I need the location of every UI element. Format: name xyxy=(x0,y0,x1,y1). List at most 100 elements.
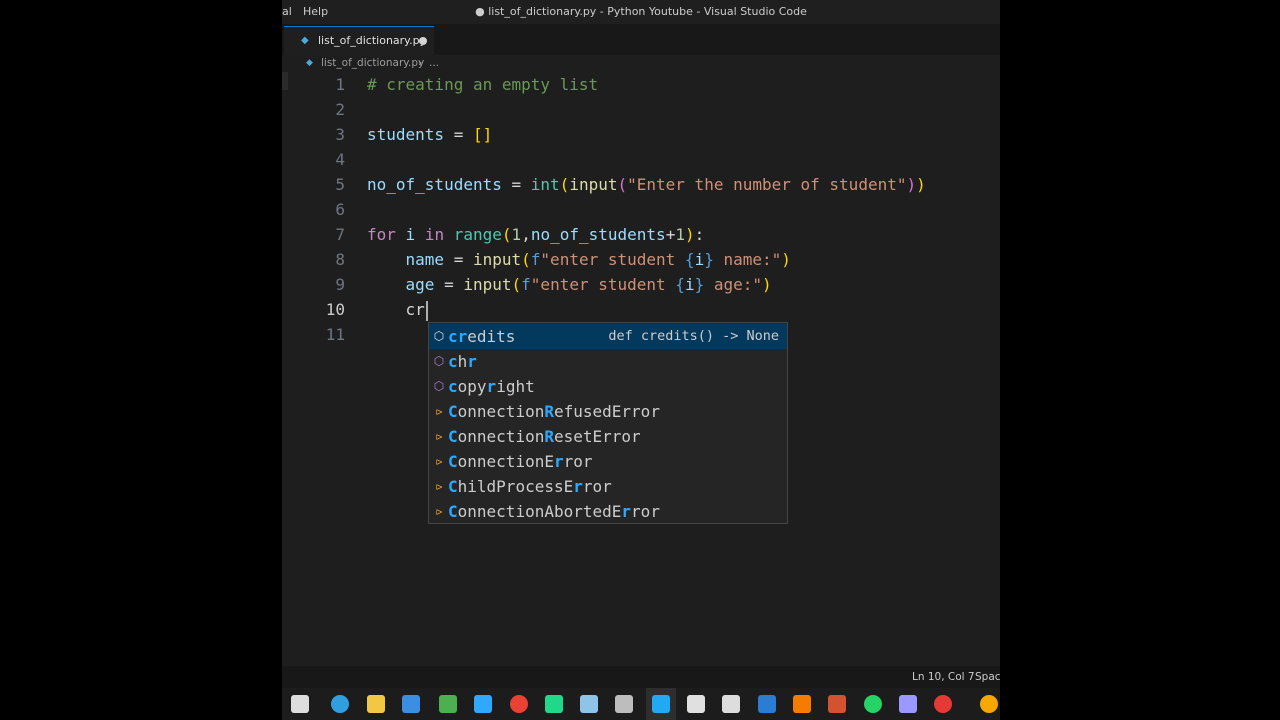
code-line[interactable]: 10 cr xyxy=(282,297,1000,322)
code-line[interactable]: 3 students = [] xyxy=(282,122,1000,147)
code-token: range xyxy=(453,225,502,244)
code-token: "enter student xyxy=(530,275,676,294)
code-text: name = input(f"enter student {i} name:") xyxy=(367,247,791,272)
match-highlight: r xyxy=(553,452,564,471)
suggestion-label: ConnectionAbortedError xyxy=(448,499,660,524)
code-line[interactable]: 5 no_of_students = int(input("Enter the n… xyxy=(282,172,1000,197)
file-explorer-icon[interactable] xyxy=(367,695,385,713)
line-number: 1 xyxy=(335,75,345,94)
line-number: 11 xyxy=(325,325,345,344)
indentation-setting[interactable]: Spac xyxy=(975,666,1000,688)
code-token: ( xyxy=(559,175,570,194)
match-highlight: cr xyxy=(448,327,468,346)
label-part: h xyxy=(457,352,468,371)
premiere-icon[interactable] xyxy=(899,695,917,713)
code-token: 1 xyxy=(511,225,522,244)
class-icon: ⪧ xyxy=(435,404,443,418)
code-line[interactable]: 8 name = input(f"enter student {i} name:… xyxy=(282,247,1000,272)
code-token: { xyxy=(684,250,695,269)
code-token: no_of_students xyxy=(367,175,502,194)
cursor-position[interactable]: Ln 10, Col 7 xyxy=(912,666,975,688)
profile-icon[interactable] xyxy=(980,695,998,713)
store-icon[interactable] xyxy=(402,695,420,713)
class-icon: ⪧ xyxy=(435,429,443,443)
suggestion-item[interactable]: ⪧ ConnectionAbortedError xyxy=(429,499,787,524)
tab-list-of-dictionary[interactable]: ◆ list_of_dictionary.py xyxy=(284,26,434,55)
code-line[interactable]: 9 age = input(f"enter student {i} age:") xyxy=(282,272,1000,297)
code-line[interactable]: 7 for i in range(1,no_of_students+1): xyxy=(282,222,1000,247)
suggestion-detail: def credits() -> None xyxy=(608,328,779,344)
code-text: # creating an empty list xyxy=(367,72,598,97)
suggestion-item[interactable]: ⬡ copyright xyxy=(429,374,787,399)
powerpoint-icon[interactable] xyxy=(828,695,846,713)
line-number: 7 xyxy=(335,225,345,244)
photoshop-icon[interactable] xyxy=(474,695,492,713)
code-token: i xyxy=(405,225,416,244)
label-part: opy xyxy=(457,377,487,396)
label-part: ror xyxy=(563,452,593,471)
suggestion-label: credits xyxy=(448,324,515,349)
match-highlight: R xyxy=(544,402,554,421)
match-highlight: c xyxy=(448,352,458,371)
chrome-icon[interactable] xyxy=(510,695,528,713)
code-line[interactable]: 1 # creating an empty list xyxy=(282,72,1000,97)
suggestion-item[interactable]: ⪧ ConnectionRefusedError xyxy=(429,399,787,424)
code-token: + xyxy=(665,225,676,244)
code-token: ) xyxy=(916,175,926,194)
code-token: { xyxy=(675,275,685,294)
line-number: 3 xyxy=(335,125,345,144)
gamepad-icon[interactable] xyxy=(439,695,457,713)
recorder-icon[interactable] xyxy=(934,695,952,713)
edge-icon[interactable] xyxy=(331,695,349,713)
code-token: ( xyxy=(617,175,628,194)
code-line[interactable]: 2 xyxy=(282,97,1000,122)
label-part: edits xyxy=(467,327,516,346)
breadcrumb: ◆ list_of_dictionary.py › ... xyxy=(282,55,1000,72)
code-text: age = input(f"enter student {i} age:") xyxy=(367,272,772,297)
suggestion-label: ConnectionResetError xyxy=(448,424,641,449)
code-token: # creating an empty list xyxy=(367,75,599,94)
task-view-icon[interactable] xyxy=(291,695,309,713)
code-line[interactable]: 4 xyxy=(282,147,1000,172)
code-token: , xyxy=(521,225,531,244)
breadcrumb-symbols[interactable]: ... xyxy=(429,55,439,72)
word-icon[interactable] xyxy=(758,695,776,713)
text-cursor xyxy=(425,300,428,321)
database-icon[interactable] xyxy=(615,695,633,713)
code-text: no_of_students = int(input("Enter the nu… xyxy=(367,172,926,197)
code-token: input xyxy=(569,175,618,194)
method-cube-icon: ⬡ xyxy=(433,379,445,393)
whatsapp-icon[interactable] xyxy=(864,695,882,713)
match-highlight: C xyxy=(448,427,458,446)
line-number: 10 xyxy=(325,300,345,319)
code-token: = xyxy=(444,250,473,269)
code-line[interactable]: 6 xyxy=(282,197,1000,222)
match-highlight: r xyxy=(573,477,583,496)
code-text: for i in range(1,no_of_students+1): xyxy=(367,222,704,247)
suggestion-item[interactable]: ⬡ credits def credits() -> None xyxy=(429,324,787,349)
match-highlight: r xyxy=(621,502,632,521)
suggestion-item[interactable]: ⬡ chr xyxy=(429,349,787,374)
clapper-icon[interactable] xyxy=(687,695,705,713)
code-token: ) xyxy=(906,175,917,194)
pycharm-icon[interactable] xyxy=(545,695,563,713)
orange-app-icon[interactable] xyxy=(793,695,811,713)
unsaved-dot-icon[interactable] xyxy=(419,37,427,45)
paint-icon[interactable] xyxy=(580,695,598,713)
line-number: 9 xyxy=(335,275,345,294)
code-token: ( xyxy=(501,225,512,244)
suggestion-item[interactable]: ⪧ ConnectionResetError xyxy=(429,424,787,449)
match-highlight: C xyxy=(448,452,458,471)
suggestion-item[interactable]: ⪧ ChildProcessError xyxy=(429,474,787,499)
mail-icon[interactable] xyxy=(722,695,740,713)
code-token: i xyxy=(694,250,705,269)
breadcrumb-file[interactable]: list_of_dictionary.py xyxy=(321,55,424,72)
vscode-icon[interactable] xyxy=(652,695,670,713)
code-token: int xyxy=(530,175,560,194)
code-token: "enter student xyxy=(540,250,685,269)
code-token: [] xyxy=(472,125,493,144)
suggestion-item[interactable]: ⪧ ConnectionError xyxy=(429,449,787,474)
suggestion-label: ChildProcessError xyxy=(448,474,612,499)
